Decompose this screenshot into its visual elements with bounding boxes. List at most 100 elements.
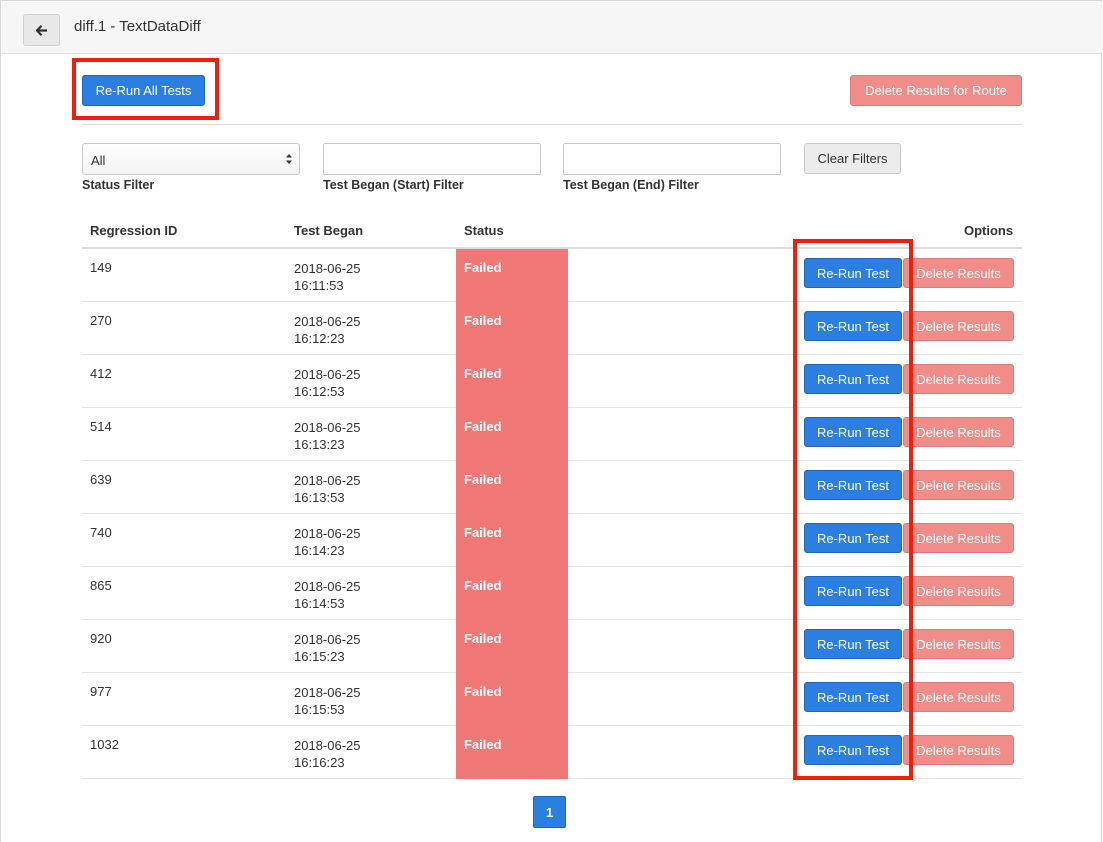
status-badge-failed: Failed (456, 673, 568, 726)
test-began-time: 16:12:23 (294, 331, 345, 346)
status-filter-select[interactable]: All (82, 143, 300, 175)
delete-results-button[interactable]: Delete Results (903, 364, 1014, 394)
table-row: 412 2018-06-25 16:12:53 Failed Re-Run Test De… (82, 355, 1022, 408)
regression-id-cell: 149 (90, 260, 112, 275)
column-header-regression-id: Regression ID (90, 223, 178, 238)
test-began-cell: 2018-06-25 16:11:53 (294, 260, 361, 294)
test-began-time: 16:15:53 (294, 702, 345, 717)
test-began-time: 16:15:23 (294, 649, 345, 664)
test-began-date: 2018-06-25 (294, 420, 361, 435)
end-date-filter-label: Test Began (End) Filter (563, 178, 699, 192)
rerun-test-button[interactable]: Re-Run Test (804, 682, 902, 712)
rerun-test-button[interactable]: Re-Run Test (804, 735, 902, 765)
test-began-cell: 2018-06-25 16:13:53 (294, 472, 361, 506)
delete-results-button[interactable]: Delete Results (903, 682, 1014, 712)
divider (82, 124, 1022, 125)
status-badge-failed: Failed (456, 249, 568, 302)
delete-results-button[interactable]: Delete Results (903, 735, 1014, 765)
delete-results-button[interactable]: Delete Results (903, 629, 1014, 659)
test-began-cell: 2018-06-25 16:15:23 (294, 631, 361, 665)
rerun-test-button[interactable]: Re-Run Test (804, 523, 902, 553)
regression-id-cell: 1032 (90, 737, 119, 752)
table-row: 740 2018-06-25 16:14:23 Failed Re-Run Test De… (82, 514, 1022, 567)
test-began-time: 16:14:23 (294, 543, 345, 558)
status-badge-failed: Failed (456, 408, 568, 461)
delete-results-button[interactable]: Delete Results (903, 258, 1014, 288)
rerun-all-tests-button[interactable]: Re-Run All Tests (82, 75, 205, 106)
regression-id-cell: 865 (90, 578, 112, 593)
rerun-test-button[interactable]: Re-Run Test (804, 629, 902, 659)
regression-id-cell: 977 (90, 684, 112, 699)
test-began-date: 2018-06-25 (294, 738, 361, 753)
status-filter-label: Status Filter (82, 178, 155, 192)
regression-id-cell: 740 (90, 525, 112, 540)
test-began-time: 16:11:53 (294, 278, 344, 293)
regression-id-cell: 639 (90, 472, 112, 487)
status-badge-failed: Failed (456, 567, 568, 620)
test-began-cell: 2018-06-25 16:12:23 (294, 313, 361, 347)
status-badge-failed: Failed (456, 302, 568, 355)
status-badge-failed: Failed (456, 514, 568, 567)
test-began-cell: 2018-06-25 16:14:23 (294, 525, 361, 559)
status-badge-failed: Failed (456, 726, 568, 779)
delete-results-button[interactable]: Delete Results (903, 576, 1014, 606)
select-arrows-icon (285, 152, 293, 166)
test-began-time: 16:13:53 (294, 490, 345, 505)
test-began-date: 2018-06-25 (294, 526, 361, 541)
column-header-status: Status (464, 223, 504, 238)
test-began-cell: 2018-06-25 16:12:53 (294, 366, 361, 400)
table-row: 270 2018-06-25 16:12:23 Failed Re-Run Test De… (82, 302, 1022, 355)
rerun-test-button[interactable]: Re-Run Test (804, 311, 902, 341)
table-row: 977 2018-06-25 16:15:53 Failed Re-Run Test De… (82, 673, 1022, 726)
status-filter-value: All (91, 153, 106, 168)
rerun-test-button[interactable]: Re-Run Test (804, 470, 902, 500)
test-began-time: 16:14:53 (294, 596, 345, 611)
top-bar: diff.1 - TextDataDiff (2, 2, 1102, 54)
table-row: 920 2018-06-25 16:15:23 Failed Re-Run Test De… (82, 620, 1022, 673)
rerun-test-button[interactable]: Re-Run Test (804, 417, 902, 447)
test-began-cell: 2018-06-25 16:13:23 (294, 419, 361, 453)
clear-filters-button[interactable]: Clear Filters (804, 143, 901, 174)
table-row: 1032 2018-06-25 16:16:23 Failed Re-Run Test D… (82, 726, 1022, 779)
rerun-test-button[interactable]: Re-Run Test (804, 576, 902, 606)
rerun-test-button[interactable]: Re-Run Test (804, 258, 902, 288)
test-began-time: 16:12:53 (294, 384, 345, 399)
delete-results-button[interactable]: Delete Results (903, 470, 1014, 500)
delete-results-button[interactable]: Delete Results (903, 523, 1014, 553)
test-began-date: 2018-06-25 (294, 367, 361, 382)
test-began-date: 2018-06-25 (294, 261, 361, 276)
test-began-date: 2018-06-25 (294, 685, 361, 700)
test-began-cell: 2018-06-25 16:16:23 (294, 737, 361, 771)
status-badge-failed: Failed (456, 620, 568, 673)
table-row: 514 2018-06-25 16:13:23 Failed Re-Run Test De… (82, 408, 1022, 461)
test-began-date: 2018-06-25 (294, 579, 361, 594)
table-row: 639 2018-06-25 16:13:53 Failed Re-Run Test De… (82, 461, 1022, 514)
app-window: diff.1 - TextDataDiff Re-Run All Tests D… (0, 0, 1102, 842)
delete-results-for-route-button[interactable]: Delete Results for Route (850, 75, 1022, 106)
arrow-left-icon (35, 24, 48, 36)
rerun-test-button[interactable]: Re-Run Test (804, 364, 902, 394)
column-header-options: Options (964, 223, 1014, 238)
test-began-time: 16:16:23 (294, 755, 345, 770)
regression-id-cell: 920 (90, 631, 112, 646)
regression-id-cell: 412 (90, 366, 112, 381)
test-began-cell: 2018-06-25 16:14:53 (294, 578, 361, 612)
status-badge-failed: Failed (456, 355, 568, 408)
table-row: 865 2018-06-25 16:14:53 Failed Re-Run Test De… (82, 567, 1022, 620)
end-date-filter-input[interactable] (563, 143, 781, 175)
start-date-filter-input[interactable] (323, 143, 541, 175)
status-badge-failed: Failed (456, 461, 568, 514)
regression-id-cell: 514 (90, 419, 112, 434)
delete-results-button[interactable]: Delete Results (903, 417, 1014, 447)
test-began-cell: 2018-06-25 16:15:53 (294, 684, 361, 718)
delete-results-button[interactable]: Delete Results (903, 311, 1014, 341)
test-began-date: 2018-06-25 (294, 632, 361, 647)
back-button[interactable] (23, 14, 60, 46)
regression-id-cell: 270 (90, 313, 112, 328)
table-row: 149 2018-06-25 16:11:53 Failed Re-Run Test De… (82, 249, 1022, 302)
start-date-filter-label: Test Began (Start) Filter (323, 178, 464, 192)
test-began-time: 16:13:23 (294, 437, 345, 452)
test-began-date: 2018-06-25 (294, 314, 361, 329)
column-header-test-began: Test Began (294, 223, 364, 238)
pagination-page-button[interactable]: 1 (533, 796, 566, 828)
